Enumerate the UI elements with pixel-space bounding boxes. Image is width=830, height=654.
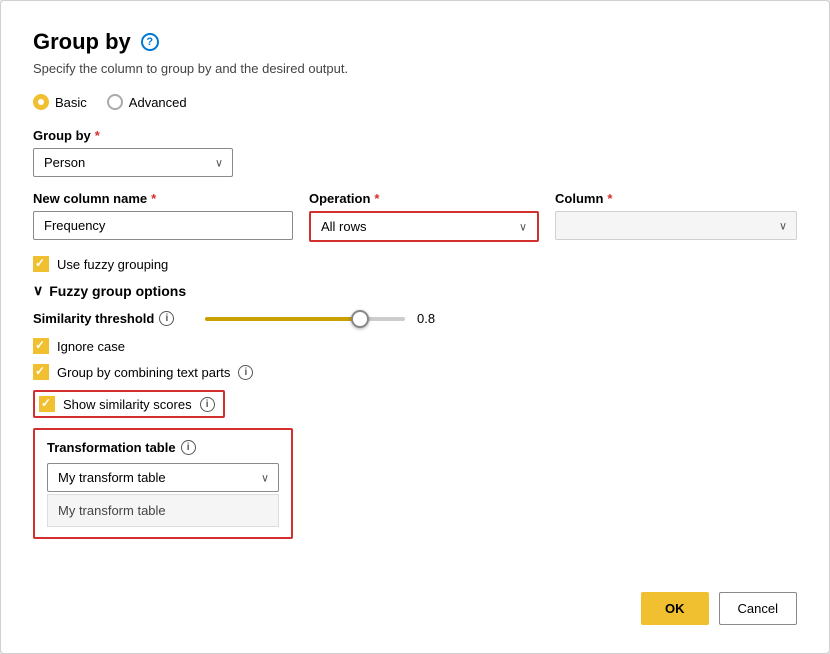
column-section: Column * ∨: [555, 191, 797, 240]
new-column-name-input[interactable]: [33, 211, 293, 240]
mode-radio-group: Basic Advanced: [33, 94, 797, 110]
fuzzy-grouping-text: Use fuzzy grouping: [57, 257, 168, 272]
ok-button[interactable]: OK: [641, 592, 709, 625]
transformation-info-icon[interactable]: i: [181, 440, 196, 455]
dialog-title-row: Group by ?: [33, 29, 797, 55]
dialog-subtitle: Specify the column to group by and the d…: [33, 61, 797, 76]
group-combining-text: Group by combining text parts: [57, 365, 230, 380]
similarity-slider[interactable]: [205, 317, 405, 321]
group-by-section: Group by * Person Name Category ∨: [33, 128, 797, 177]
basic-radio[interactable]: [33, 94, 49, 110]
columns-row: New column name * Operation * All rows S…: [33, 191, 797, 242]
operation-select-wrapper: All rows Sum Average Count Min Max ∨: [311, 213, 537, 240]
cancel-button[interactable]: Cancel: [719, 592, 797, 625]
group-by-select-wrapper: Person Name Category ∨: [33, 148, 233, 177]
fuzzy-grouping-label[interactable]: Use fuzzy grouping: [33, 256, 797, 272]
group-by-select[interactable]: Person Name Category: [33, 148, 233, 177]
fuzzy-grouping-checkbox[interactable]: [33, 256, 49, 272]
ignore-case-text: Ignore case: [57, 339, 125, 354]
transformation-label: Transformation table i: [47, 440, 279, 455]
transformation-select[interactable]: My transform table (None): [47, 463, 279, 492]
advanced-radio[interactable]: [107, 94, 123, 110]
transformation-dropdown-item[interactable]: My transform table: [47, 494, 279, 527]
help-icon[interactable]: ?: [141, 33, 159, 51]
group-combining-checkbox[interactable]: [33, 364, 49, 380]
basic-radio-label[interactable]: Basic: [33, 94, 87, 110]
new-column-name-label: New column name *: [33, 191, 293, 206]
ignore-case-label[interactable]: Ignore case: [33, 338, 797, 354]
fuzzy-group-options-header[interactable]: ∨ Fuzzy group options: [33, 282, 797, 299]
column-label: Column *: [555, 191, 797, 206]
ignore-case-checkbox[interactable]: [33, 338, 49, 354]
new-column-required: *: [151, 191, 156, 206]
show-similarity-label[interactable]: Show similarity scores i: [39, 396, 215, 412]
transformation-highlight-box: Transformation table i My transform tabl…: [33, 428, 293, 539]
chevron-down-icon: ∨: [33, 282, 43, 299]
operation-section: Operation * All rows Sum Average Count M…: [309, 191, 539, 242]
column-select-wrapper: ∨: [555, 211, 797, 240]
advanced-label: Advanced: [129, 95, 187, 110]
slider-container: 0.8: [205, 311, 447, 326]
column-select[interactable]: [555, 211, 797, 240]
dialog-title: Group by: [33, 29, 131, 55]
transformation-select-wrapper: My transform table (None) ∨: [47, 463, 279, 492]
similarity-row: Similarity threshold i 0.8: [33, 311, 797, 326]
operation-select[interactable]: All rows Sum Average Count Min Max: [311, 213, 537, 240]
show-similarity-info-icon[interactable]: i: [200, 397, 215, 412]
fuzzy-group-options-title: Fuzzy group options: [49, 283, 186, 299]
advanced-radio-label[interactable]: Advanced: [107, 94, 187, 110]
group-combining-info-icon[interactable]: i: [238, 365, 253, 380]
group-by-label: Group by *: [33, 128, 797, 143]
show-similarity-text: Show similarity scores: [63, 397, 192, 412]
group-by-required: *: [95, 128, 100, 143]
similarity-info-icon[interactable]: i: [159, 311, 174, 326]
show-similarity-highlight-box: Show similarity scores i: [33, 390, 225, 418]
similarity-value: 0.8: [417, 311, 447, 326]
column-required: *: [607, 191, 612, 206]
operation-label: Operation *: [309, 191, 539, 206]
similarity-label: Similarity threshold i: [33, 311, 193, 326]
group-combining-label[interactable]: Group by combining text parts i: [33, 364, 797, 380]
operation-required: *: [374, 191, 379, 206]
footer-buttons: OK Cancel: [641, 592, 797, 625]
new-column-name-section: New column name *: [33, 191, 293, 240]
group-by-dialog: Group by ? Specify the column to group b…: [0, 0, 830, 654]
show-similarity-checkbox[interactable]: [39, 396, 55, 412]
operation-highlight-box: All rows Sum Average Count Min Max ∨: [309, 211, 539, 242]
basic-label: Basic: [55, 95, 87, 110]
